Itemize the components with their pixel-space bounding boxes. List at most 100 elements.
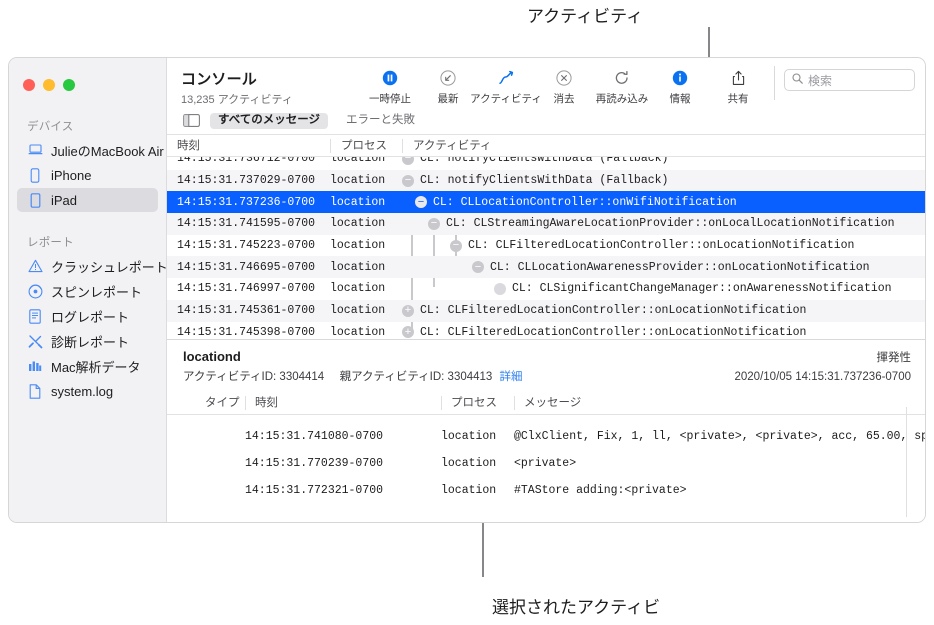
cell-time: 14:15:31.745223-0700: [177, 239, 316, 253]
sidebar-item-crash-reports[interactable]: クラッシュレポート: [17, 254, 168, 278]
table-row-selected[interactable]: 14:15:31.737236-0700 location − CL: CLLo…: [167, 191, 925, 214]
filter-bar: すべてのメッセージ エラーと失敗: [167, 108, 925, 135]
detail-cell-time: 14:15:31.772321-0700: [245, 484, 384, 497]
main-area: コンソール 13,235 アクティビティ 一時停止 最新 アクティビティ 消去 …: [167, 58, 925, 522]
cell-activity: CL: CLSignificantChangeManager::onAwaren…: [402, 282, 925, 295]
detail-column-header-time[interactable]: 時刻: [245, 396, 441, 410]
table-row[interactable]: 14:15:31.745398-0700 location + CL: CLFi…: [167, 322, 925, 340]
table-row[interactable]: 14:15:31.746695-0700 location − CL: CLLo…: [167, 256, 925, 279]
jump-to-latest-button[interactable]: 最新: [419, 69, 477, 106]
disclosure-plus-icon[interactable]: +: [402, 304, 414, 317]
detail-table-row[interactable]: 14:15:31.770239-0700 location <private>: [167, 450, 925, 477]
share-button[interactable]: 共有: [709, 69, 767, 106]
table-row[interactable]: 14:15:31.745361-0700 location + CL: CLFi…: [167, 299, 925, 322]
disclosure-minus-icon[interactable]: −: [428, 217, 440, 230]
cell-activity: − CL: CLStreamingAwareLocationProvider::…: [402, 217, 925, 230]
sidebar-item-system-log[interactable]: system.log: [17, 379, 158, 403]
activity-count: 13,235 アクティビティ: [181, 94, 293, 106]
disclosure-minus-icon[interactable]: −: [450, 239, 462, 252]
detail-column-header-type[interactable]: タイプ: [183, 396, 245, 410]
log-table[interactable]: 14:15:31.736712-0700 location − CL: noti…: [167, 157, 925, 340]
sidebar-item-log-reports[interactable]: ログレポート: [17, 304, 158, 328]
column-header-process[interactable]: プロセス: [330, 138, 402, 153]
sidebar-item-diagnostic-reports[interactable]: 診断レポート: [17, 329, 158, 353]
table-row[interactable]: 14:15:31.736712-0700 location − CL: noti…: [167, 157, 925, 170]
toolbar-button-label: 消去: [553, 93, 575, 105]
toolbar-buttons: 一時停止 最新 アクティビティ 消去 再読み込み 情報 共有: [361, 66, 767, 106]
detail-table-row[interactable]: 14:15:31.772321-0700 location #TAStore a…: [167, 477, 925, 504]
disclosure-minus-icon[interactable]: −: [472, 261, 484, 274]
sidebar-item-macbook-air[interactable]: JulieのMacBook Air: [17, 138, 164, 162]
table-row[interactable]: 14:15:31.746997-0700 location CL: CLSign…: [167, 278, 925, 300]
reload-icon: [613, 69, 631, 87]
sidebar-item-label: スピンレポート: [51, 284, 143, 300]
sidebar-item-ipad[interactable]: iPad: [17, 188, 158, 212]
cell-time: 14:15:31.737029-0700: [177, 174, 316, 188]
sidebar-item-spin-reports[interactable]: スピンレポート: [17, 279, 158, 303]
sidebar-item-mac-analytics-data[interactable]: Mac解析データ: [17, 354, 158, 378]
cell-time: 14:15:31.745398-0700: [177, 325, 316, 339]
detail-column-header-message[interactable]: メッセージ: [514, 396, 925, 410]
cell-time: 14:15:31.746997-0700: [177, 282, 316, 296]
file-icon: [27, 383, 43, 399]
detail-column-header-process[interactable]: プロセス: [441, 396, 514, 410]
detail-cell-time: 14:15:31.741080-0700: [245, 430, 384, 443]
column-header-time[interactable]: 時刻: [167, 139, 330, 153]
detail-pane: locationd アクティビティID: 3304414 親アクティビティID:…: [167, 340, 925, 522]
clear-button[interactable]: 消去: [535, 69, 593, 106]
filter-errors-and-faults[interactable]: エラーと失敗: [338, 113, 423, 130]
iphone-icon: [27, 167, 43, 183]
toolbar-button-label: 情報: [669, 93, 691, 105]
cell-process: location: [330, 282, 386, 296]
pause-button[interactable]: 一時停止: [361, 69, 419, 106]
disclosure-minus-icon[interactable]: −: [402, 157, 414, 165]
minimize-button[interactable]: [43, 79, 55, 91]
column-header-activity[interactable]: アクティビティ: [402, 138, 925, 153]
reload-button[interactable]: 再読み込み: [593, 69, 651, 106]
console-window: デバイス JulieのMacBook Air iPhone iPad レポート …: [8, 57, 926, 523]
search-input[interactable]: 検索: [784, 69, 915, 91]
close-button[interactable]: [23, 79, 35, 91]
detail-process-name: locationd: [183, 349, 241, 364]
disclosure-minus-icon[interactable]: −: [402, 174, 414, 187]
sidebar-toggle-icon[interactable]: [183, 114, 200, 128]
activity-text: CL: CLFilteredLocationController::onLoca…: [420, 304, 807, 318]
filter-all-messages[interactable]: すべてのメッセージ: [210, 112, 329, 130]
log-table-column-headers: 時刻 プロセス アクティビティ: [167, 135, 925, 157]
ipad-icon: [27, 192, 43, 208]
activity-text: CL: CLStreamingAwareLocationProvider::on…: [446, 217, 895, 231]
detail-column-headers: タイプ 時刻 プロセス メッセージ: [167, 392, 925, 415]
disclosure-plus-icon[interactable]: +: [402, 326, 414, 339]
detail-cell-process: location: [441, 457, 497, 470]
sidebar-item-iphone[interactable]: iPhone: [17, 163, 158, 187]
cell-process: location: [330, 239, 386, 253]
cell-time: 14:15:31.746695-0700: [177, 260, 316, 274]
detail-right-divider: [906, 407, 907, 517]
sidebar-item-label: クラッシュレポート: [51, 259, 168, 275]
activity-icon: [497, 69, 515, 87]
activity-button[interactable]: アクティビティ: [470, 69, 542, 106]
cell-activity: + CL: CLFilteredLocationController::onLo…: [402, 304, 925, 317]
detail-header-right: 揮発性 2020/10/05 14:15:31.737236-0700: [735, 349, 912, 383]
table-row[interactable]: 14:15:31.741595-0700 location − CL: CLSt…: [167, 213, 925, 235]
detail-cell-message: <private>: [514, 457, 577, 470]
pause-icon: [381, 69, 399, 87]
table-row[interactable]: 14:15:31.737029-0700 location − CL: noti…: [167, 169, 925, 192]
cell-activity: − CL: CLLocationAwarenessProvider::onLoc…: [402, 261, 925, 274]
table-row[interactable]: 14:15:31.745223-0700 location − CL: CLFi…: [167, 235, 925, 257]
detail-table-row[interactable]: 14:15:31.741080-0700 location @ClxClient…: [167, 423, 925, 450]
disclosure-minus-icon[interactable]: −: [415, 196, 427, 209]
detail-parent-activity-id: 親アクティビティID: 3304413: [339, 371, 493, 383]
detail-cell-time: 14:15:31.770239-0700: [245, 457, 384, 470]
detail-ids: アクティビティID: 3304414 親アクティビティID: 3304413 詳…: [183, 368, 523, 384]
sidebar-item-label: ログレポート: [51, 309, 130, 325]
zoom-button[interactable]: [63, 79, 75, 91]
detail-details-link[interactable]: 詳細: [500, 371, 523, 383]
log-rows: 14:15:31.736712-0700 location − CL: noti…: [167, 157, 925, 340]
info-button[interactable]: 情報: [651, 69, 709, 106]
sidebar-item-label: iPad: [51, 192, 78, 208]
annotation-activity-label: アクティビティ: [527, 7, 644, 26]
detail-header: locationd アクティビティID: 3304414 親アクティビティID:…: [167, 340, 925, 392]
share-icon: [729, 69, 747, 87]
detail-cell-message: @ClxClient, Fix, 1, ll, <private>, <priv…: [514, 430, 925, 443]
